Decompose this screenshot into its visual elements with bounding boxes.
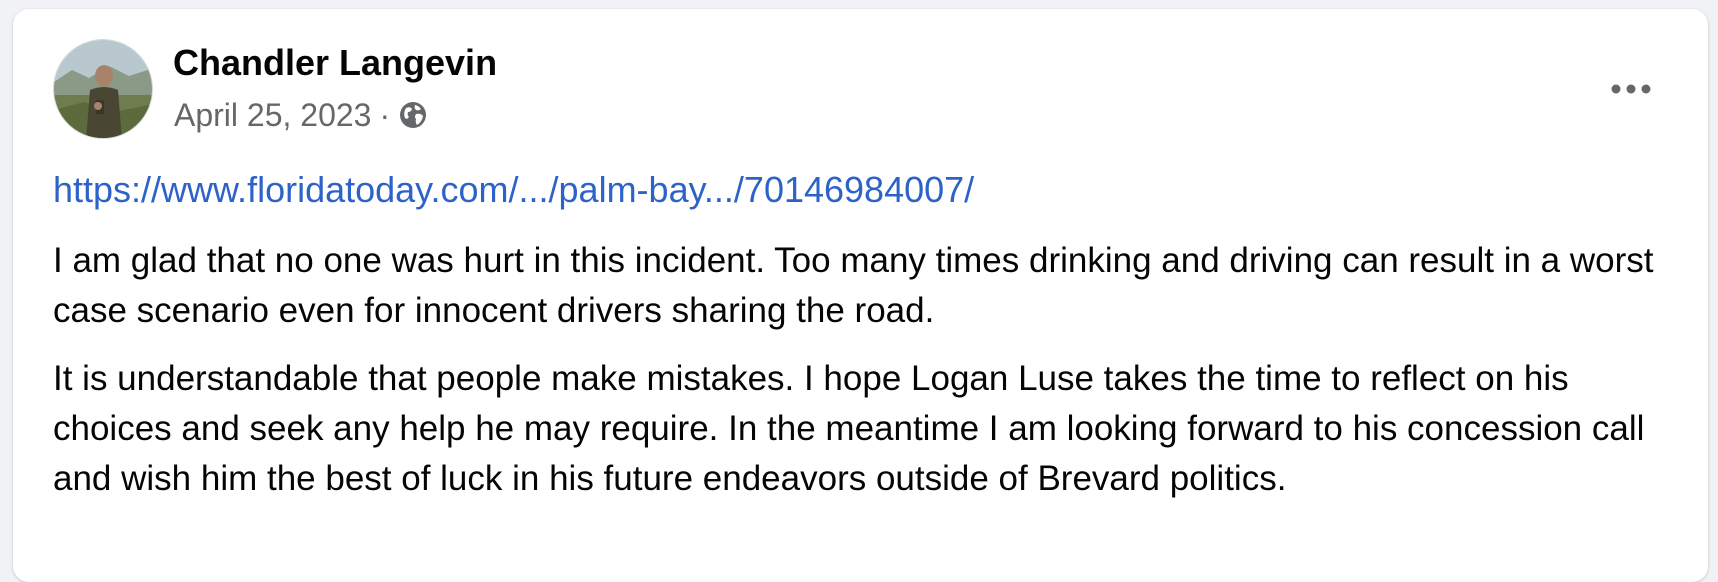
globe-icon[interactable] — [398, 100, 428, 130]
article-link[interactable]: https://www.floridatoday.com/.../palm-ba… — [53, 169, 974, 211]
meta-separator: · — [379, 96, 391, 133]
avatar[interactable] — [53, 39, 153, 139]
author-name[interactable]: Chandler Langevin — [173, 42, 497, 84]
post-text-paragraph: I am glad that no one was hurt in this i… — [53, 241, 1654, 330]
avatar-photo — [54, 40, 152, 138]
post-date[interactable]: April 25, 2023 — [174, 97, 371, 134]
post-meta: April 25, 2023 · — [174, 95, 428, 135]
more-options-button[interactable] — [1601, 64, 1661, 114]
post-text-paragraph: It is understandable that people make mi… — [53, 359, 1645, 498]
post-card: Chandler Langevin April 25, 2023 · https… — [13, 9, 1708, 582]
more-options-icon — [1611, 84, 1651, 94]
